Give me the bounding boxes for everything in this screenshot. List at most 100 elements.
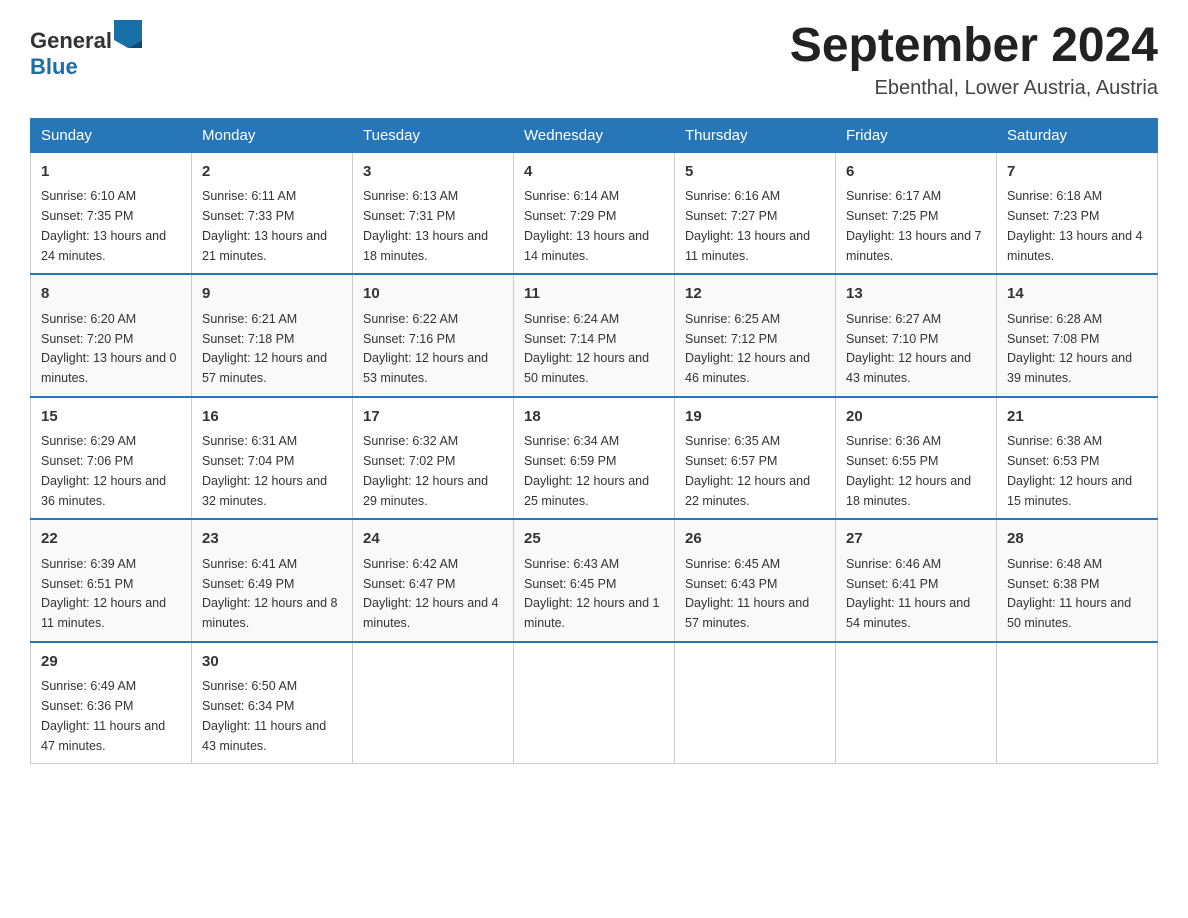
sunrise-text: Sunrise: 6:42 AM bbox=[363, 557, 458, 571]
sunrise-text: Sunrise: 6:49 AM bbox=[41, 679, 136, 693]
daylight-text: Daylight: 11 hours and 47 minutes. bbox=[41, 719, 165, 753]
day-number: 29 bbox=[41, 651, 181, 674]
calendar-cell: 1 Sunrise: 6:10 AM Sunset: 7:35 PM Dayli… bbox=[31, 152, 192, 274]
day-number: 21 bbox=[1007, 406, 1147, 429]
sunset-text: Sunset: 6:41 PM bbox=[846, 577, 938, 591]
sunset-text: Sunset: 7:29 PM bbox=[524, 209, 616, 223]
header-thursday: Thursday bbox=[675, 118, 836, 152]
header-monday: Monday bbox=[192, 118, 353, 152]
weekday-header-row: Sunday Monday Tuesday Wednesday Thursday… bbox=[31, 118, 1158, 152]
day-number: 6 bbox=[846, 161, 986, 184]
month-title: September 2024 bbox=[790, 20, 1158, 73]
daylight-text: Daylight: 12 hours and 39 minutes. bbox=[1007, 351, 1132, 385]
calendar-cell: 2 Sunrise: 6:11 AM Sunset: 7:33 PM Dayli… bbox=[192, 152, 353, 274]
calendar-week-row-1: 1 Sunrise: 6:10 AM Sunset: 7:35 PM Dayli… bbox=[31, 152, 1158, 274]
day-number: 9 bbox=[202, 283, 342, 306]
sunset-text: Sunset: 7:16 PM bbox=[363, 332, 455, 346]
sunrise-text: Sunrise: 6:17 AM bbox=[846, 189, 941, 203]
day-number: 19 bbox=[685, 406, 825, 429]
sunrise-text: Sunrise: 6:16 AM bbox=[685, 189, 780, 203]
sunset-text: Sunset: 6:57 PM bbox=[685, 454, 777, 468]
sunrise-text: Sunrise: 6:34 AM bbox=[524, 434, 619, 448]
daylight-text: Daylight: 13 hours and 21 minutes. bbox=[202, 229, 327, 263]
calendar-cell bbox=[514, 642, 675, 764]
day-number: 30 bbox=[202, 651, 342, 674]
calendar-cell: 4 Sunrise: 6:14 AM Sunset: 7:29 PM Dayli… bbox=[514, 152, 675, 274]
daylight-text: Daylight: 13 hours and 14 minutes. bbox=[524, 229, 649, 263]
calendar-cell: 18 Sunrise: 6:34 AM Sunset: 6:59 PM Dayl… bbox=[514, 397, 675, 520]
day-number: 23 bbox=[202, 528, 342, 551]
day-number: 18 bbox=[524, 406, 664, 429]
sunset-text: Sunset: 6:53 PM bbox=[1007, 454, 1099, 468]
calendar-cell bbox=[836, 642, 997, 764]
daylight-text: Daylight: 12 hours and 50 minutes. bbox=[524, 351, 649, 385]
sunrise-text: Sunrise: 6:39 AM bbox=[41, 557, 136, 571]
calendar-cell: 11 Sunrise: 6:24 AM Sunset: 7:14 PM Dayl… bbox=[514, 274, 675, 397]
sunset-text: Sunset: 6:38 PM bbox=[1007, 577, 1099, 591]
sunrise-text: Sunrise: 6:20 AM bbox=[41, 312, 136, 326]
day-number: 13 bbox=[846, 283, 986, 306]
daylight-text: Daylight: 12 hours and 29 minutes. bbox=[363, 474, 488, 508]
calendar-cell: 6 Sunrise: 6:17 AM Sunset: 7:25 PM Dayli… bbox=[836, 152, 997, 274]
sunrise-text: Sunrise: 6:28 AM bbox=[1007, 312, 1102, 326]
sunset-text: Sunset: 7:31 PM bbox=[363, 209, 455, 223]
daylight-text: Daylight: 12 hours and 4 minutes. bbox=[363, 596, 499, 630]
calendar-cell: 9 Sunrise: 6:21 AM Sunset: 7:18 PM Dayli… bbox=[192, 274, 353, 397]
day-number: 17 bbox=[363, 406, 503, 429]
sunset-text: Sunset: 7:18 PM bbox=[202, 332, 294, 346]
daylight-text: Daylight: 12 hours and 36 minutes. bbox=[41, 474, 166, 508]
day-number: 10 bbox=[363, 283, 503, 306]
sunset-text: Sunset: 7:20 PM bbox=[41, 332, 133, 346]
calendar-cell: 20 Sunrise: 6:36 AM Sunset: 6:55 PM Dayl… bbox=[836, 397, 997, 520]
daylight-text: Daylight: 12 hours and 25 minutes. bbox=[524, 474, 649, 508]
sunrise-text: Sunrise: 6:25 AM bbox=[685, 312, 780, 326]
day-number: 4 bbox=[524, 161, 664, 184]
sunset-text: Sunset: 6:45 PM bbox=[524, 577, 616, 591]
header-sunday: Sunday bbox=[31, 118, 192, 152]
sunrise-text: Sunrise: 6:35 AM bbox=[685, 434, 780, 448]
calendar-cell bbox=[675, 642, 836, 764]
sunrise-text: Sunrise: 6:48 AM bbox=[1007, 557, 1102, 571]
logo-text-blue: Blue bbox=[30, 54, 78, 79]
daylight-text: Daylight: 11 hours and 57 minutes. bbox=[685, 596, 809, 630]
sunrise-text: Sunrise: 6:13 AM bbox=[363, 189, 458, 203]
daylight-text: Daylight: 12 hours and 46 minutes. bbox=[685, 351, 810, 385]
page-header: General Blue September 2024 Ebenthal, Lo… bbox=[30, 20, 1158, 100]
sunrise-text: Sunrise: 6:27 AM bbox=[846, 312, 941, 326]
calendar-cell: 16 Sunrise: 6:31 AM Sunset: 7:04 PM Dayl… bbox=[192, 397, 353, 520]
logo-icon bbox=[114, 20, 142, 48]
daylight-text: Daylight: 12 hours and 22 minutes. bbox=[685, 474, 810, 508]
calendar-cell: 8 Sunrise: 6:20 AM Sunset: 7:20 PM Dayli… bbox=[31, 274, 192, 397]
sunrise-text: Sunrise: 6:43 AM bbox=[524, 557, 619, 571]
sunset-text: Sunset: 7:33 PM bbox=[202, 209, 294, 223]
day-number: 27 bbox=[846, 528, 986, 551]
calendar-cell: 15 Sunrise: 6:29 AM Sunset: 7:06 PM Dayl… bbox=[31, 397, 192, 520]
day-number: 11 bbox=[524, 283, 664, 306]
day-number: 7 bbox=[1007, 161, 1147, 184]
sunrise-text: Sunrise: 6:45 AM bbox=[685, 557, 780, 571]
day-number: 8 bbox=[41, 283, 181, 306]
day-number: 2 bbox=[202, 161, 342, 184]
sunset-text: Sunset: 7:25 PM bbox=[846, 209, 938, 223]
daylight-text: Daylight: 12 hours and 15 minutes. bbox=[1007, 474, 1132, 508]
calendar-cell: 13 Sunrise: 6:27 AM Sunset: 7:10 PM Dayl… bbox=[836, 274, 997, 397]
calendar-cell: 30 Sunrise: 6:50 AM Sunset: 6:34 PM Dayl… bbox=[192, 642, 353, 764]
sunset-text: Sunset: 6:49 PM bbox=[202, 577, 294, 591]
calendar-cell: 19 Sunrise: 6:35 AM Sunset: 6:57 PM Dayl… bbox=[675, 397, 836, 520]
calendar-week-row-4: 22 Sunrise: 6:39 AM Sunset: 6:51 PM Dayl… bbox=[31, 519, 1158, 642]
day-number: 24 bbox=[363, 528, 503, 551]
sunset-text: Sunset: 7:04 PM bbox=[202, 454, 294, 468]
daylight-text: Daylight: 12 hours and 53 minutes. bbox=[363, 351, 488, 385]
calendar-cell bbox=[997, 642, 1158, 764]
calendar-table: Sunday Monday Tuesday Wednesday Thursday… bbox=[30, 118, 1158, 765]
sunset-text: Sunset: 6:55 PM bbox=[846, 454, 938, 468]
day-number: 22 bbox=[41, 528, 181, 551]
day-number: 12 bbox=[685, 283, 825, 306]
calendar-cell: 10 Sunrise: 6:22 AM Sunset: 7:16 PM Dayl… bbox=[353, 274, 514, 397]
sunset-text: Sunset: 6:36 PM bbox=[41, 699, 133, 713]
daylight-text: Daylight: 11 hours and 43 minutes. bbox=[202, 719, 326, 753]
sunset-text: Sunset: 7:35 PM bbox=[41, 209, 133, 223]
sunrise-text: Sunrise: 6:38 AM bbox=[1007, 434, 1102, 448]
day-number: 16 bbox=[202, 406, 342, 429]
title-section: September 2024 Ebenthal, Lower Austria, … bbox=[790, 20, 1158, 100]
